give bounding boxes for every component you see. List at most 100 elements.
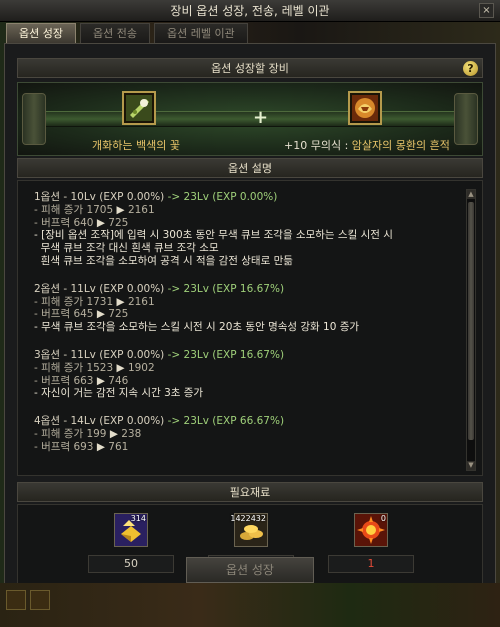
option-stat-line: - 버프력 663 ▶ 746 xyxy=(34,375,458,388)
stat-new-value: 725 xyxy=(108,308,129,321)
red-sun-icon: 0 xyxy=(354,513,388,547)
option-level-line: 3옵션 - 11Lv (EXP 0.00%) -> 23Lv (EXP 16.6… xyxy=(34,349,458,362)
desc-section-title: 옵션 설명 xyxy=(228,162,272,175)
triangle-right-icon: ▶ xyxy=(93,308,109,321)
triangle-right-icon: ▶ xyxy=(113,295,128,308)
rail-end-left xyxy=(22,93,46,145)
close-icon[interactable]: × xyxy=(479,3,494,18)
option-stat-line: - 버프력 693 ▶ 761 xyxy=(34,441,458,454)
stat-label: - 피해 증가 199 xyxy=(34,427,107,440)
stat-label: - 피해 증가 1523 xyxy=(34,361,114,374)
stat-new-value: 725 xyxy=(108,216,129,229)
triangle-right-icon: ▶ xyxy=(93,374,109,387)
stat-label: - 피해 증가 1705 xyxy=(34,203,114,216)
stat-label: - 버프력 663 xyxy=(34,374,94,387)
target-item-prefix: +10 무의식 : xyxy=(284,139,352,152)
option-effect-text: - 자신이 거는 감전 지속 시간 3초 증가 xyxy=(34,387,204,400)
stat-new-value: 2161 xyxy=(127,203,155,216)
stat-label: - 피해 증가 1731 xyxy=(34,295,114,308)
materials-section-header: 필요재료 xyxy=(17,482,483,502)
equip-section-header: 옵션 성장할 장비 ? xyxy=(17,58,483,78)
option-target-level: 23Lv (EXP 16.67%) xyxy=(183,348,285,361)
option-stat-line: - 버프력 645 ▶ 725 xyxy=(34,308,458,321)
window-titlebar: 장비 옵션 성장, 전송, 레벨 이관 × xyxy=(0,0,500,22)
window-title: 장비 옵션 성장, 전송, 레벨 이관 xyxy=(170,4,330,18)
assassin-trace-icon xyxy=(352,95,378,121)
arrow-icon: -> xyxy=(164,282,184,295)
help-icon[interactable]: ? xyxy=(463,61,478,76)
option-stat-line: - 피해 증가 1705 ▶ 2161 xyxy=(34,204,458,217)
target-item-label: +10 무의식 : 암살자의 몽환의 흔적 xyxy=(284,137,450,153)
stat-new-value: 238 xyxy=(121,427,142,440)
option-current-level: 1옵션 - 10Lv (EXP 0.00%) xyxy=(34,191,165,203)
material-slot-3[interactable]: 0 1 xyxy=(328,513,414,573)
rail-end-right xyxy=(454,93,478,145)
scroll-thumb[interactable] xyxy=(468,202,474,440)
material-item-name: 개화하는 백색의 꽃 xyxy=(92,139,180,152)
option-current-level: 3옵션 - 11Lv (EXP 0.00%) xyxy=(34,348,165,361)
arrow-icon: -> xyxy=(164,348,184,361)
gold-coins-icon: 1422432 xyxy=(230,513,268,547)
option-effect-text: - 무색 큐브 조각을 소모하는 스킬 시전 시 20초 동안 명속성 강화 1… xyxy=(34,321,360,334)
option-level-line: 1옵션 - 10Lv (EXP 0.00%) -> 23Lv (EXP 0.00… xyxy=(34,191,458,204)
material-item-slot[interactable] xyxy=(122,91,156,125)
game-hud-strip xyxy=(0,583,500,627)
triangle-right-icon: ▶ xyxy=(93,216,109,229)
arrow-icon: -> xyxy=(164,191,184,203)
triangle-right-icon: ▶ xyxy=(113,361,128,374)
option-entry: 1옵션 - 10Lv (EXP 0.00%) -> 23Lv (EXP 0.00… xyxy=(34,191,458,268)
stat-new-value: 1902 xyxy=(127,361,155,374)
option-entry: 3옵션 - 11Lv (EXP 0.00%) -> 23Lv (EXP 16.6… xyxy=(34,349,458,400)
triangle-right-icon: ▶ xyxy=(106,427,122,440)
scroll-up-icon[interactable]: ▲ xyxy=(467,190,475,199)
option-effect-text: 흰색 큐브 조각을 소모하여 공격 시 적을 감전 상태로 만듦 xyxy=(34,254,293,267)
triangle-right-icon: ▶ xyxy=(93,440,109,453)
stat-new-value: 746 xyxy=(108,374,129,387)
stat-new-value: 761 xyxy=(108,440,129,453)
tab-option-transfer[interactable]: 옵션 전송 xyxy=(79,23,150,43)
equip-section-title: 옵션 성장할 장비 xyxy=(211,62,289,75)
scroll-down-icon[interactable]: ▼ xyxy=(467,461,475,470)
option-stat-line: - 피해 증가 1523 ▶ 1902 xyxy=(34,362,458,375)
option-level-line: 4옵션 - 14Lv (EXP 0.00%) -> 23Lv (EXP 66.6… xyxy=(34,415,458,428)
tab-bar: 옵션 성장 옵션 전송 옵션 레벨 이관 xyxy=(6,23,248,43)
gold-cube-icon: 314 xyxy=(114,513,148,547)
option-target-level: 23Lv (EXP 66.67%) xyxy=(183,415,285,428)
material-count: 1422432 xyxy=(230,514,266,523)
option-effect-text: 무색 큐브 조각 대신 흰색 큐브 조각 소모 xyxy=(34,242,219,255)
material-required: 1 xyxy=(328,555,414,573)
description-scrollbar[interactable]: ▲ ▼ xyxy=(466,189,476,471)
stat-label: - 버프력 693 xyxy=(34,440,94,453)
stat-new-value: 2161 xyxy=(127,295,155,308)
option-growth-window: 옵션 성장할 장비 ? + 개화하는 백색의 꽃 +10 무의식: 암살자의 … xyxy=(4,43,496,627)
stat-label: - 버프력 640 xyxy=(34,216,94,229)
option-target-level: 23Lv (EXP 16.67%) xyxy=(183,282,285,295)
desc-section-header: 옵션 설명 xyxy=(17,158,483,178)
tab-option-growth[interactable]: 옵션 성장 xyxy=(6,23,76,43)
option-stat-line: - 버프력 640 ▶ 725 xyxy=(34,217,458,230)
option-effect-text: - [장비 옵션 조작]에 입력 시 300초 동안 무색 큐브 조각을 소모하… xyxy=(34,229,393,242)
option-current-level: 4옵션 - 14Lv (EXP 0.00%) xyxy=(34,415,165,428)
option-stat-line: - 피해 증가 1731 ▶ 2161 xyxy=(34,296,458,309)
material-required: 50 xyxy=(88,555,174,573)
stat-label: - 버프력 645 xyxy=(34,308,94,321)
option-entry: 4옵션 - 14Lv (EXP 0.00%) -> 23Lv (EXP 66.6… xyxy=(34,415,458,453)
target-item-name: 암살자의 몽환의 흔적 xyxy=(351,139,450,152)
materials-section-title: 필요재료 xyxy=(229,486,271,499)
target-item-slot[interactable] xyxy=(348,91,382,125)
option-current-level: 2옵션 - 11Lv (EXP 0.00%) xyxy=(34,282,165,295)
material-count: 0 xyxy=(380,514,386,523)
option-level-line: 2옵션 - 11Lv (EXP 0.00%) -> 23Lv (EXP 16.6… xyxy=(34,283,458,296)
option-target-level: 23Lv (EXP 0.00%) xyxy=(183,191,278,203)
arrow-icon: -> xyxy=(164,415,184,428)
plus-icon: + xyxy=(253,107,269,128)
hud-skill-icon xyxy=(6,590,26,610)
tab-option-level-transfer[interactable]: 옵션 레벨 이관 xyxy=(153,23,248,43)
triangle-right-icon: ▶ xyxy=(113,203,128,216)
option-growth-button[interactable]: 옵션 성장 xyxy=(186,557,314,583)
material-count: 314 xyxy=(130,514,146,523)
white-flower-icon xyxy=(126,95,152,121)
material-slot-1[interactable]: 314 50 xyxy=(88,513,174,573)
hud-skill-icon xyxy=(30,590,50,610)
decorative-rail xyxy=(38,111,462,127)
